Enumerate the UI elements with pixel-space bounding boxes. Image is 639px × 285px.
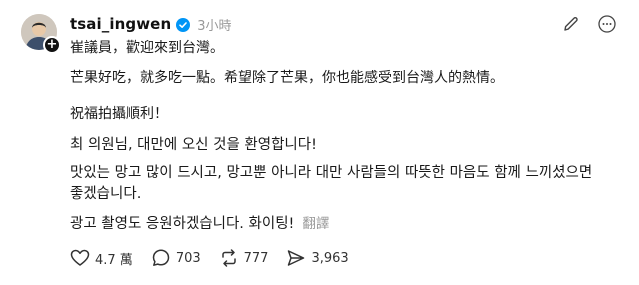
like-count: 4.7 萬 — [95, 252, 133, 268]
post-header: tsai_ingwen 3小時 — [70, 14, 232, 34]
share-button[interactable]: 3,963 — [286, 248, 349, 268]
comment-button[interactable]: 703 — [151, 248, 201, 268]
repost-button[interactable]: 777 — [219, 248, 269, 268]
post-paragraph: 최 의원님, 대만에 오신 것을 환영합니다! — [70, 137, 317, 153]
share-count: 3,963 — [311, 250, 349, 266]
comment-count: 703 — [175, 250, 201, 266]
verified-badge-icon — [176, 17, 191, 32]
post-paragraph: 맛있는 망고 많이 드시고, 망고뿐 아니라 대만 사람들의 따뜻한 마음도 함… — [70, 165, 593, 202]
comment-icon — [152, 249, 170, 266]
repost-count: 777 — [243, 250, 269, 266]
post-paragraph-text: 광고 촬영도 응원하겠습니다. 화이팅! — [70, 216, 295, 232]
post-paragraph: 崔議員，歡迎來到台灣。 — [70, 40, 224, 56]
post-actions — [561, 14, 617, 34]
pencil-icon[interactable] — [561, 14, 581, 34]
post-paragraph: 祝福拍攝順利！ — [70, 106, 168, 122]
post-paragraph: 芒果好吃，就多吃一點。希望除了芒果，你也能感受到台灣人的熱情。 — [70, 70, 504, 86]
engagement-bar: 4.7 萬 703 777 3,963 — [70, 248, 367, 268]
follow-plus-icon[interactable]: + — [43, 36, 61, 54]
repost-icon — [221, 249, 236, 267]
username[interactable]: tsai_ingwen — [70, 15, 171, 33]
like-button[interactable]: 4.7 萬 — [70, 248, 133, 268]
translate-link[interactable]: 翻譯 — [302, 216, 329, 232]
post-timestamp: 3小時 — [197, 18, 232, 34]
post-paragraph-last: 광고 촬영도 응원하겠습니다. 화이팅! 翻譯 — [70, 214, 329, 234]
thread-post: + tsai_ingwen 3小時 崔議員，歡迎來到台灣。 芒果好吃，就多吃一點… — [0, 0, 639, 285]
more-icon[interactable] — [597, 14, 617, 34]
heart-icon — [70, 249, 90, 266]
share-icon — [288, 250, 305, 266]
